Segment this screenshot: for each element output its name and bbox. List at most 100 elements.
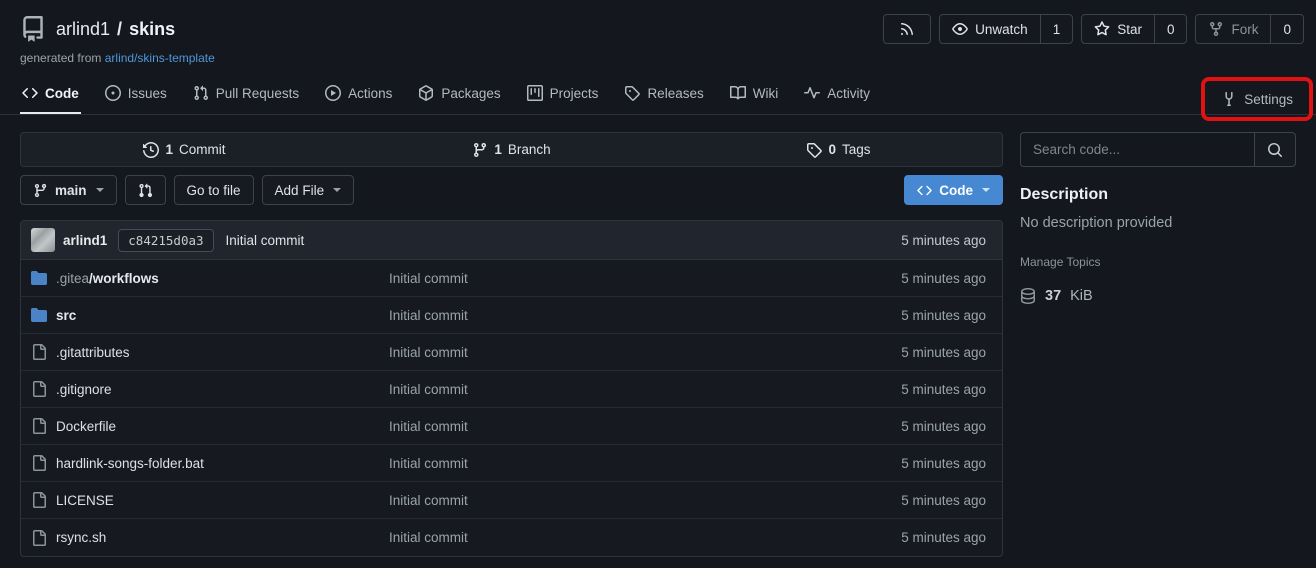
- tab-pull-requests[interactable]: Pull Requests: [191, 85, 301, 114]
- tab-wiki-label: Wiki: [753, 86, 779, 101]
- tab-packages[interactable]: Packages: [416, 85, 502, 114]
- file-name-link[interactable]: hardlink-songs-folder.bat: [56, 456, 204, 471]
- file-commit-message[interactable]: Initial commit: [389, 419, 901, 434]
- fork-button[interactable]: Fork: [1196, 15, 1270, 43]
- file-time: 5 minutes ago: [901, 419, 992, 434]
- tab-projects-label: Projects: [550, 86, 599, 101]
- branch-icon: [33, 183, 48, 198]
- star-button[interactable]: Star: [1082, 15, 1154, 43]
- watch-count[interactable]: 1: [1040, 15, 1073, 43]
- branch-icon: [472, 142, 488, 158]
- issue-icon: [105, 85, 121, 101]
- branches-stat[interactable]: 1 Branch: [348, 133, 675, 166]
- file-commit-message[interactable]: Initial commit: [389, 308, 901, 323]
- tab-issues-label: Issues: [128, 86, 167, 101]
- fork-button-group: Fork 0: [1195, 14, 1304, 44]
- file-name-link[interactable]: .gitea/workflows: [56, 271, 159, 286]
- tab-releases[interactable]: Releases: [622, 85, 705, 114]
- manage-topics-link[interactable]: Manage Topics: [1020, 255, 1101, 269]
- tag-icon: [624, 85, 640, 101]
- search-input[interactable]: [1020, 132, 1254, 167]
- file-commit-message[interactable]: Initial commit: [389, 382, 901, 397]
- tab-code[interactable]: Code: [20, 85, 81, 114]
- repo-name-link[interactable]: skins: [129, 19, 175, 40]
- branch-label: Branch: [508, 142, 551, 157]
- file-commit-message[interactable]: Initial commit: [389, 530, 901, 545]
- file-commit-message[interactable]: Initial commit: [389, 456, 901, 471]
- repo-size-value: 37: [1045, 288, 1061, 304]
- settings-wrench-icon: [1221, 91, 1237, 107]
- code-button-label: Code: [939, 183, 973, 198]
- description-text: No description provided: [1020, 215, 1296, 231]
- table-row: .gitignore Initial commit 5 minutes ago: [21, 371, 1002, 408]
- tab-projects[interactable]: Projects: [525, 85, 601, 114]
- repo-icon: [20, 16, 46, 42]
- file-commit-message[interactable]: Initial commit: [389, 493, 901, 508]
- file-name-link[interactable]: src: [56, 308, 76, 323]
- go-to-file-label: Go to file: [187, 183, 241, 198]
- compare-button[interactable]: [125, 175, 166, 205]
- unwatch-label: Unwatch: [975, 22, 1028, 37]
- fork-label: Fork: [1231, 22, 1258, 37]
- commit-author-link[interactable]: arlind1: [63, 233, 107, 248]
- file-name: LICENSE: [56, 493, 114, 508]
- tab-wiki[interactable]: Wiki: [728, 85, 781, 114]
- file-name-link[interactable]: .gitignore: [56, 382, 112, 397]
- template-link[interactable]: arlind/skins-template: [105, 51, 215, 65]
- tab-actions[interactable]: Actions: [323, 85, 394, 114]
- table-row: src Initial commit 5 minutes ago: [21, 297, 1002, 334]
- star-count[interactable]: 0: [1154, 15, 1187, 43]
- file-time: 5 minutes ago: [901, 493, 992, 508]
- file-time: 5 minutes ago: [901, 271, 992, 286]
- file-table: arlind1 c84215d0a3 Initial commit 5 minu…: [20, 220, 1003, 557]
- branch-name: main: [55, 183, 87, 198]
- repo-stats-bar: 1 Commit 1 Branch 0 Tags: [20, 132, 1003, 167]
- tab-issues[interactable]: Issues: [103, 85, 169, 114]
- tag-count: 0: [828, 142, 836, 157]
- repo-actions: Unwatch 1 Star 0 Fork 0: [883, 14, 1304, 44]
- latest-commit-row: arlind1 c84215d0a3 Initial commit 5 minu…: [21, 221, 1002, 260]
- branch-selector[interactable]: main: [20, 175, 117, 205]
- commits-stat[interactable]: 1 Commit: [21, 133, 348, 166]
- file-name-link[interactable]: .gitattributes: [56, 345, 130, 360]
- file-icon: [31, 344, 47, 360]
- file-time: 5 minutes ago: [901, 456, 992, 471]
- star-label: Star: [1117, 22, 1142, 37]
- code-icon: [917, 183, 932, 198]
- file-commit-message[interactable]: Initial commit: [389, 345, 901, 360]
- chevron-down-icon: [333, 188, 341, 192]
- commit-count: 1: [165, 142, 173, 157]
- file-name-link[interactable]: rsync.sh: [56, 530, 106, 545]
- chevron-down-icon: [982, 188, 990, 192]
- add-file-button[interactable]: Add File: [262, 175, 355, 205]
- tab-activity[interactable]: Activity: [802, 85, 872, 114]
- branch-toolbar: main Go to file Add File Code: [20, 175, 1003, 205]
- repo-owner-link[interactable]: arlind1: [56, 19, 110, 40]
- annotation-highlight-box: Settings: [1201, 77, 1313, 121]
- tags-stat[interactable]: 0 Tags: [675, 133, 1002, 166]
- avatar[interactable]: [31, 228, 55, 252]
- repo-size: 37 KiB: [1020, 288, 1296, 304]
- unwatch-button[interactable]: Unwatch: [940, 15, 1040, 43]
- commit-message-link[interactable]: Initial commit: [226, 233, 305, 248]
- file-name-link[interactable]: LICENSE: [56, 493, 114, 508]
- search-button[interactable]: [1254, 132, 1296, 167]
- repo-header: arlind1 / skins Unwatch 1 Star: [0, 0, 1316, 65]
- tab-settings[interactable]: Settings: [1219, 91, 1295, 107]
- star-button-group: Star 0: [1081, 14, 1187, 44]
- file-name: Dockerfile: [56, 419, 116, 434]
- file-name-link[interactable]: Dockerfile: [56, 419, 116, 434]
- tab-activity-label: Activity: [827, 86, 870, 101]
- rss-button[interactable]: [884, 15, 930, 43]
- star-icon: [1094, 21, 1110, 37]
- code-download-button[interactable]: Code: [904, 175, 1003, 205]
- commit-hash-link[interactable]: c84215d0a3: [118, 229, 213, 252]
- fork-count[interactable]: 0: [1270, 15, 1303, 43]
- file-time: 5 minutes ago: [901, 345, 992, 360]
- eye-icon: [952, 21, 968, 37]
- file-time: 5 minutes ago: [901, 530, 992, 545]
- file-commit-message[interactable]: Initial commit: [389, 271, 901, 286]
- pull-request-icon: [193, 85, 209, 101]
- go-to-file-button[interactable]: Go to file: [174, 175, 254, 205]
- file-name: /workflows: [89, 271, 159, 286]
